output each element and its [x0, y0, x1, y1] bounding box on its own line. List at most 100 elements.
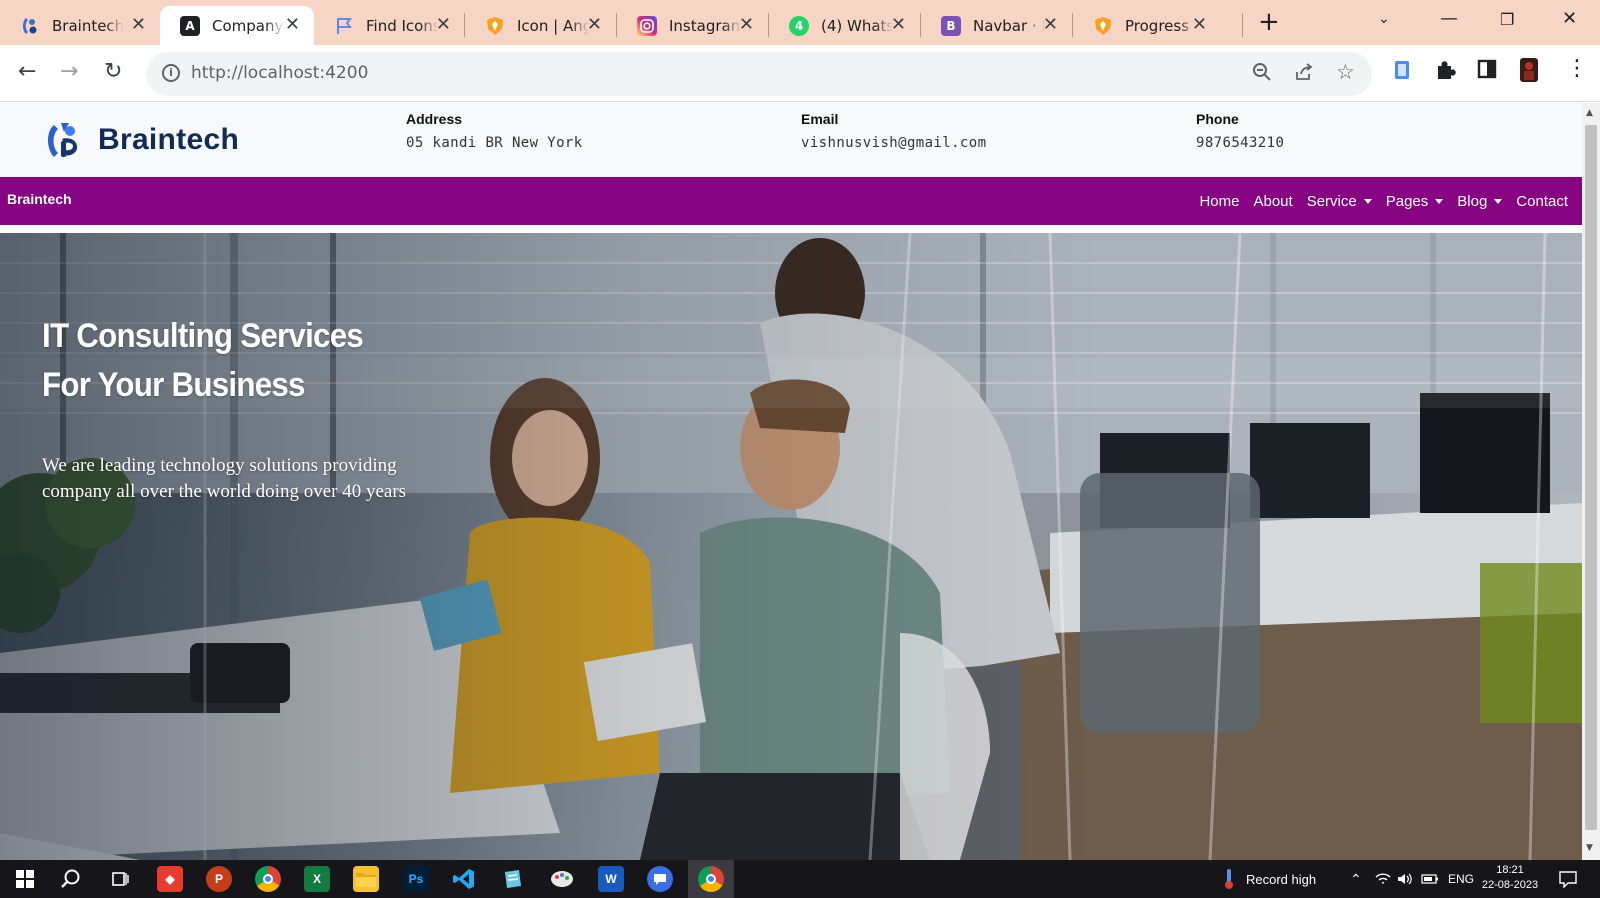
main-navbar: Braintech Home About Service Pages Blog … [0, 177, 1582, 225]
minimize-icon[interactable]: — [1440, 8, 1458, 29]
nav-link-contact[interactable]: Contact [1516, 193, 1568, 210]
taskbar-clock[interactable]: 18:21 22-08-2023 [1480, 863, 1540, 893]
address-bar[interactable]: i http://localhost:4200 ☆ [146, 52, 1372, 96]
back-arrow-icon[interactable]: ← [18, 60, 36, 84]
address-block: Address 05 kandi BR New York [406, 111, 583, 151]
close-icon[interactable]: ✕ [436, 15, 451, 35]
caret-down-icon [1494, 198, 1503, 204]
tab-find-icons[interactable]: Find Icons ✕ [314, 6, 465, 45]
nav-dropdown-service[interactable]: Service [1307, 193, 1372, 210]
powerpoint-icon[interactable]: P [206, 866, 232, 892]
logo-text: Braintech [98, 123, 240, 156]
close-icon[interactable]: ✕ [739, 15, 754, 35]
navbar-links: Home About Service Pages Blog Contact [1199, 177, 1568, 225]
angular-favicon-icon: A [180, 15, 200, 36]
email-block: Email vishnusvish@gmail.com [801, 111, 986, 151]
close-icon[interactable]: ✕ [285, 15, 300, 35]
share-icon[interactable] [1294, 62, 1314, 87]
page-viewport: Braintech Address 05 kandi BR New York E… [0, 103, 1582, 860]
close-icon[interactable]: ✕ [1043, 15, 1058, 35]
tab-navbar-bootstrap[interactable]: B Navbar · Bootstrap ✕ [921, 6, 1072, 45]
site-info-icon[interactable]: i [162, 64, 180, 82]
nav-dropdown-blog[interactable]: Blog [1457, 192, 1503, 210]
bootstrap-favicon-icon: B [941, 15, 961, 36]
tab-progress[interactable]: Progress ✕ [1073, 6, 1243, 45]
puzzle-extensions-icon[interactable] [1434, 59, 1456, 86]
braintech-favicon-icon [20, 16, 40, 36]
window-close-icon[interactable]: ✕ [1562, 8, 1577, 29]
weather-widget[interactable]: Record high [1222, 860, 1316, 898]
address-label: Address [406, 111, 463, 127]
email-label: Email [801, 111, 839, 127]
language-indicator[interactable]: ENG [1448, 860, 1474, 898]
tab-instagram[interactable]: Instagram ✕ [617, 6, 768, 45]
photoshop-icon[interactable]: Ps [403, 866, 429, 892]
nav-link-home[interactable]: Home [1199, 193, 1239, 210]
new-tab-plus-icon[interactable]: + [1258, 9, 1280, 35]
zoom-icon[interactable] [1252, 62, 1272, 87]
network-icon[interactable] [1375, 860, 1391, 898]
tab-title: Find Icons [366, 16, 438, 35]
tab-icon-angular[interactable]: Icon | Angular ✕ [465, 6, 616, 45]
url-port: :4200 [319, 63, 369, 83]
tab-title: Navbar · Bootstrap [973, 16, 1045, 35]
tab-separator [1242, 13, 1243, 37]
phone-label: Phone [1196, 111, 1239, 127]
tab-title: Braintech [52, 16, 124, 35]
bookmark-star-icon[interactable]: ☆ [1336, 60, 1355, 84]
tab-company[interactable]: A Company ✕ [160, 6, 314, 45]
kebab-menu-icon[interactable]: ⋮ [1566, 58, 1588, 80]
nav-link-about[interactable]: About [1253, 193, 1292, 210]
search-icon[interactable] [58, 866, 84, 892]
scroll-up-arrow-icon[interactable]: ▲ [1586, 108, 1593, 118]
profile-avatar[interactable] [1518, 57, 1540, 88]
scroll-down-arrow-icon[interactable]: ▼ [1586, 843, 1593, 853]
chat-app-icon[interactable] [647, 866, 673, 892]
extension-blue-icon[interactable] [1392, 59, 1412, 86]
tray-chevron-up-icon[interactable]: ⌃ [1350, 860, 1362, 898]
nav-link-label: Blog [1457, 192, 1488, 210]
notifications-icon[interactable] [1558, 860, 1578, 898]
browser-tab-strip: Braintech ✕ A Company ✕ Find Icons ✕ Ico… [0, 0, 1600, 45]
close-icon[interactable]: ✕ [1192, 15, 1207, 35]
phone-value[interactable]: 9876543210 [1196, 135, 1284, 151]
task-view-icon[interactable] [107, 866, 133, 892]
paint-app-icon[interactable] [549, 866, 575, 892]
address-value: 05 kandi BR New York [406, 135, 583, 151]
url-text[interactable]: http://localhost:4200 [191, 63, 368, 83]
close-icon[interactable]: ✕ [891, 15, 906, 35]
chrome-active-icon[interactable] [698, 866, 724, 892]
phone-block: Phone 9876543210 [1196, 111, 1284, 151]
tab-braintech[interactable]: Braintech ✕ [0, 6, 160, 45]
close-icon[interactable]: ✕ [587, 15, 602, 35]
volume-icon[interactable] [1397, 860, 1413, 898]
reload-icon[interactable]: ↻ [104, 60, 122, 84]
scrollbar-thumb[interactable] [1585, 125, 1597, 830]
excel-icon[interactable]: X [304, 866, 330, 892]
close-icon[interactable]: ✕ [131, 15, 146, 35]
navbar-brand[interactable]: Braintech [7, 191, 72, 207]
word-icon[interactable]: W [598, 866, 624, 892]
nav-dropdown-pages[interactable]: Pages [1386, 193, 1444, 210]
vscode-icon[interactable] [451, 866, 477, 892]
email-value[interactable]: vishnusvish@gmail.com [801, 135, 986, 151]
restore-icon[interactable]: ❐ [1500, 10, 1514, 29]
page-scrollbar[interactable]: ▲ ▼ [1582, 103, 1600, 860]
tab-search-chevron-icon[interactable]: ⌄ [1378, 11, 1390, 27]
nav-link-label: Pages [1385, 192, 1429, 210]
hero-banner: IT Consulting Services For Your Business… [0, 233, 1582, 860]
clock-date: 22-08-2023 [1481, 879, 1539, 891]
shield-favicon-icon [1093, 16, 1113, 36]
weather-text: Record high [1246, 871, 1317, 887]
notes-app-icon[interactable] [500, 866, 526, 892]
tab-whatsapp[interactable]: 4 (4) WhatsApp ✕ [769, 6, 920, 45]
anydesk-icon[interactable]: ◆ [157, 866, 183, 892]
battery-icon[interactable] [1421, 860, 1439, 898]
chrome-icon[interactable] [255, 866, 281, 892]
tab-title: Icon | Angular [517, 16, 589, 35]
forward-arrow-icon[interactable]: → [60, 60, 78, 84]
windows-start-icon[interactable] [12, 866, 38, 892]
side-panel-icon[interactable] [1477, 59, 1497, 84]
braintech-logo[interactable]: Braintech [44, 119, 239, 161]
file-explorer-icon[interactable] [353, 866, 379, 892]
